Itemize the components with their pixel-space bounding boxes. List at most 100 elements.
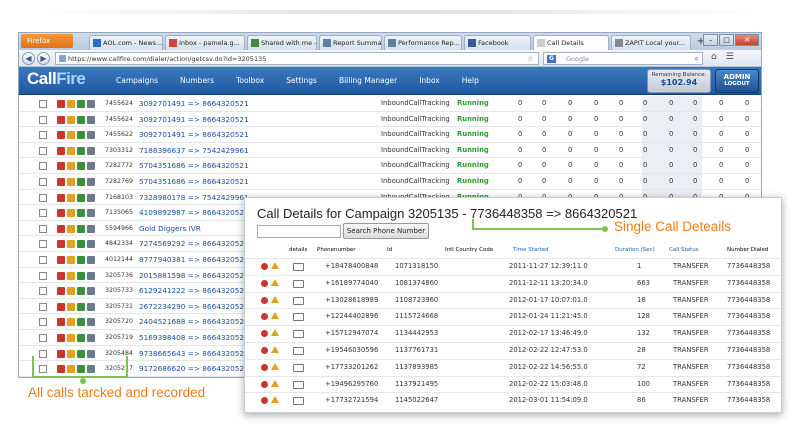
report-icon[interactable] (77, 209, 85, 218)
star-icon[interactable] (67, 162, 75, 171)
maximize-button[interactable]: □ (719, 34, 734, 46)
delete-icon[interactable] (57, 209, 65, 218)
search-icon[interactable] (87, 318, 95, 327)
campaign-link[interactable]: 9172686620 => 8664320521 (139, 361, 249, 376)
delete-icon[interactable] (57, 224, 65, 233)
record-icon[interactable] (261, 263, 268, 270)
search-icon[interactable] (87, 131, 95, 140)
browser-tab[interactable]: Performance Rep... (384, 35, 462, 50)
menu-item[interactable]: Toolbox (225, 67, 275, 95)
report-icon[interactable] (77, 271, 85, 280)
star-icon[interactable] (67, 240, 75, 249)
report-icon[interactable] (77, 146, 85, 155)
delete-icon[interactable] (57, 146, 65, 155)
row-checkbox[interactable] (39, 146, 47, 155)
report-icon[interactable] (77, 100, 85, 108)
row-checkbox[interactable] (39, 224, 47, 233)
search-icon[interactable]: ⌕ (695, 53, 699, 65)
minimize-button[interactable]: – (703, 34, 718, 46)
delete-icon[interactable] (57, 240, 65, 249)
report-icon[interactable] (77, 240, 85, 249)
report-icon[interactable] (77, 193, 85, 202)
record-icon[interactable] (261, 296, 268, 304)
search-icon[interactable] (87, 302, 95, 311)
delete-icon[interactable] (57, 100, 65, 108)
star-icon[interactable] (67, 177, 75, 186)
search-icon[interactable] (87, 224, 95, 233)
bookmark-star-icon[interactable]: ☆ (527, 53, 534, 65)
report-icon[interactable] (77, 177, 85, 186)
details-icon[interactable] (293, 397, 304, 406)
browser-tab[interactable]: Report Summary (319, 35, 382, 50)
details-icon[interactable] (293, 330, 304, 339)
campaign-link[interactable]: 2404521688 => 8664320521 (139, 314, 249, 329)
browser-tab[interactable]: Facebook (464, 35, 531, 50)
delete-icon[interactable] (57, 287, 65, 296)
row-checkbox[interactable] (39, 115, 47, 124)
address-bar[interactable]: https://www.callfire.com/dialer/action/g… (55, 52, 539, 65)
phone-search-input[interactable] (257, 225, 341, 238)
delete-icon[interactable] (57, 115, 65, 124)
row-checkbox[interactable] (39, 287, 47, 296)
star-icon[interactable] (67, 115, 75, 124)
row-checkbox[interactable] (39, 131, 47, 140)
row-checkbox[interactable] (39, 162, 47, 171)
star-icon[interactable] (67, 271, 75, 280)
firefox-menu-button[interactable]: Firefox (21, 34, 73, 48)
campaign-link[interactable]: 2672234290 => 8664320521 (139, 299, 249, 314)
details-icon[interactable] (293, 279, 304, 288)
delete-icon[interactable] (57, 333, 65, 342)
details-icon[interactable] (293, 380, 304, 389)
campaign-link[interactable]: 4109892987 => 8664320521 (139, 205, 249, 220)
search-input[interactable]: G Google ⌕ (543, 52, 703, 65)
browser-tab[interactable]: Shared with me -... (247, 35, 317, 50)
campaign-link[interactable]: 7188396637 => 7542429961 (139, 143, 249, 158)
row-checkbox[interactable] (39, 255, 47, 264)
search-icon[interactable] (87, 177, 95, 186)
record-icon[interactable] (261, 313, 268, 321)
home-icon[interactable]: ⌂ (711, 52, 717, 62)
report-icon[interactable] (77, 115, 85, 124)
search-icon[interactable] (87, 271, 95, 280)
campaign-link[interactable]: 3092701491 => 8664320521 (139, 96, 249, 111)
search-icon[interactable] (87, 146, 95, 155)
campaign-link[interactable]: Gold Diggers IVR (139, 221, 201, 236)
report-icon[interactable] (77, 162, 85, 171)
star-icon[interactable] (67, 224, 75, 233)
column-header[interactable]: Call Status (669, 244, 699, 256)
campaign-link[interactable]: 3092701491 => 8664320521 (139, 112, 249, 127)
campaign-link[interactable]: 5169398408 => 8664320521 (139, 330, 249, 345)
row-checkbox[interactable] (39, 333, 47, 342)
delete-icon[interactable] (57, 302, 65, 311)
campaign-link[interactable]: 5704351686 => 8664320521 (139, 158, 249, 173)
star-icon[interactable] (67, 100, 75, 108)
record-icon[interactable] (261, 330, 268, 338)
campaign-link[interactable]: 9738665643 => 8664320521 (139, 346, 249, 361)
details-icon[interactable] (293, 313, 304, 322)
details-icon[interactable] (293, 347, 304, 355)
menu-item[interactable]: Help (451, 67, 490, 95)
search-icon[interactable] (87, 100, 95, 108)
admin-logout-button[interactable]: ADMIN LOGOUT (715, 69, 759, 93)
star-icon[interactable] (67, 146, 75, 155)
report-icon[interactable] (77, 318, 85, 327)
campaign-link[interactable]: 7274569292 => 8664320521 (139, 236, 249, 251)
row-checkbox[interactable] (39, 240, 47, 249)
browser-tab[interactable]: AOL.com - News... (89, 35, 163, 50)
details-icon[interactable] (293, 296, 304, 305)
record-icon[interactable] (261, 279, 268, 287)
browser-tab[interactable]: ZAPIT Local your... (611, 35, 691, 50)
campaign-link[interactable]: 3092701491 => 8664320521 (139, 127, 249, 142)
row-checkbox[interactable] (39, 209, 47, 218)
row-checkbox[interactable] (39, 177, 47, 186)
row-checkbox[interactable] (39, 193, 47, 202)
row-checkbox[interactable] (39, 318, 47, 327)
column-header[interactable]: Duration (Sec) (615, 244, 655, 256)
menu-item[interactable]: Billing Manager (328, 67, 408, 95)
report-icon[interactable] (77, 131, 85, 140)
menu-item[interactable]: Campaigns (105, 67, 169, 95)
campaign-link[interactable]: 2015881598 => 8664320521 (139, 268, 249, 283)
row-checkbox[interactable] (39, 302, 47, 311)
search-icon[interactable] (87, 333, 95, 342)
search-icon[interactable] (87, 209, 95, 218)
